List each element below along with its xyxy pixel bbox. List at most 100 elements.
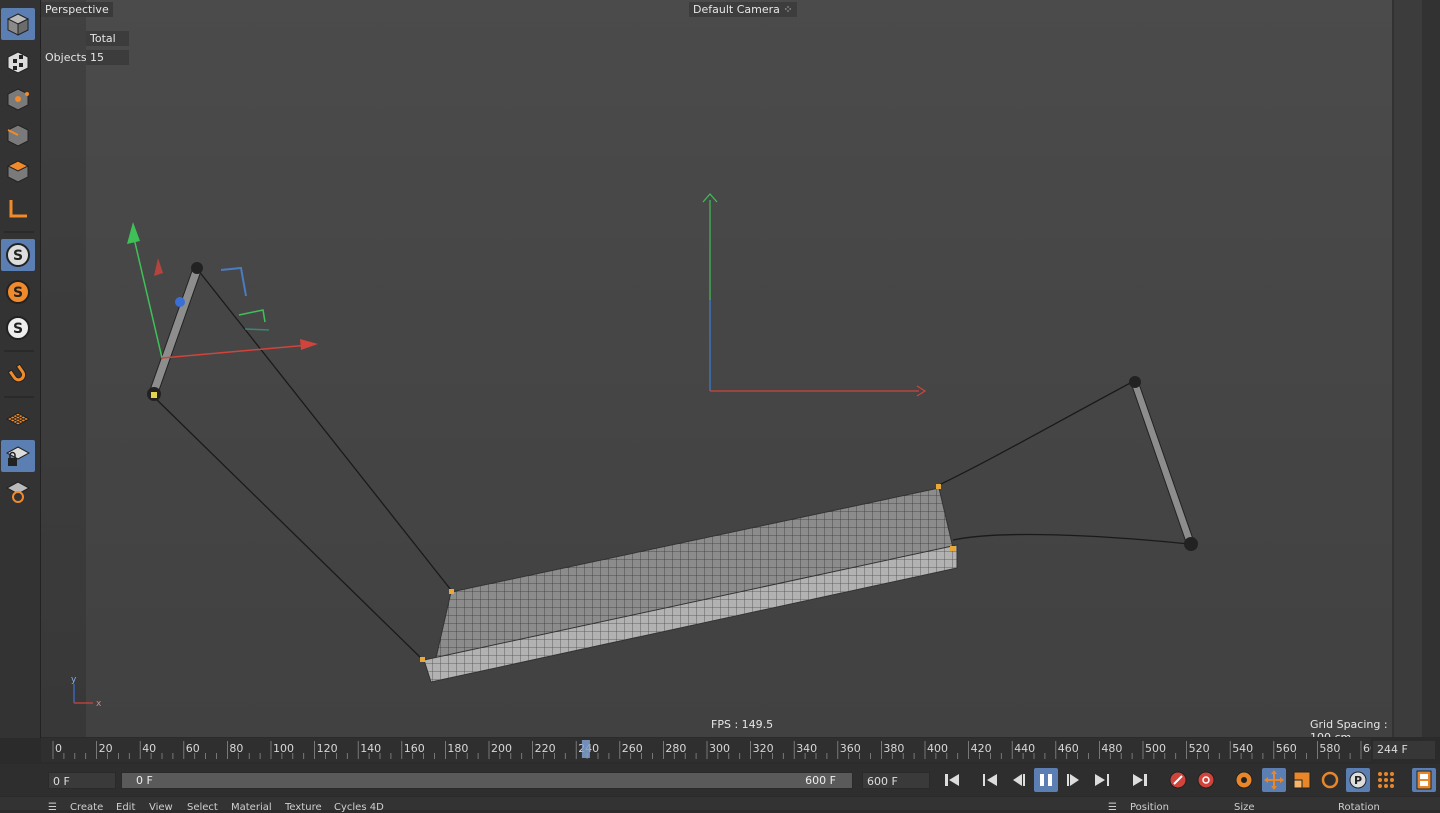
fps-readout: FPS : 149.5 [711,718,774,731]
menu-select[interactable]: Select [187,802,218,813]
move-key-icon[interactable] [1262,768,1286,792]
viewport-title[interactable]: Perspective [41,2,113,17]
magnet-icon[interactable] [1,358,35,390]
svg-text:S: S [13,285,23,301]
ruler-tick-label: 60( [1363,742,1371,755]
attr-header-size: Size [1234,802,1255,813]
end-frame-field[interactable]: 600 F [862,772,930,789]
prev-key-icon[interactable] [978,768,1002,792]
left-toolbar: S S S [0,0,41,738]
ruler-tick-label: 420 [971,742,992,755]
svg-text:P: P [1354,774,1362,787]
menu-cycles4d[interactable]: Cycles 4D [334,802,384,813]
svg-text:S: S [13,321,23,337]
ruler-tick-label: 220 [535,742,556,755]
checker-cube-icon[interactable] [1,46,35,78]
current-frame-field[interactable]: 244 F [1373,741,1435,759]
scene-canvas[interactable]: y x [41,0,1392,737]
camera-name: Default Camera [693,3,780,16]
start-frame-field[interactable]: 0 F [48,772,116,789]
ruler-tick-label: 560 [1276,742,1297,755]
ruler-tick-label: 40 [142,742,156,755]
next-frame-icon[interactable] [1062,768,1086,792]
keyframe-selection-icon[interactable] [1232,768,1256,792]
ruler-tick-label: 120 [317,742,338,755]
hamburger-icon[interactable]: ☰ [48,802,57,813]
scale-key-icon[interactable] [1290,768,1314,792]
ruler-tick-label: 60 [186,742,200,755]
ruler-tick-label: 20 [99,742,113,755]
edge-mode-icon[interactable] [1,119,35,151]
ruler-tick-label: 260 [622,742,643,755]
menu-edit[interactable]: Edit [116,802,135,813]
attr-header-position: Position [1130,802,1169,813]
animation-controls: 0 F 0 F 600 F 600 F P [0,764,1440,796]
ruler-tick-label: 380 [883,742,904,755]
camera-icon: ⁘ [783,3,793,16]
hud-objects-value: 15 [86,50,129,65]
ruler-tick-label: 300 [709,742,730,755]
pause-icon[interactable] [1034,768,1058,792]
playhead[interactable] [581,740,590,758]
ruler-svg[interactable]: 0204060801001201401601802002202402602803… [41,738,1371,762]
attr-header-rotation: Rotation [1338,802,1380,813]
ruler-tick-label: 320 [753,742,774,755]
workplane-sync-icon[interactable] [1,476,35,508]
snap-icon[interactable]: S [1,239,35,271]
snap-settings-icon[interactable]: S [1,276,35,308]
lock-workplane-icon[interactable] [1,440,35,472]
svg-text:S: S [13,248,23,264]
ruler-tick-label: 340 [796,742,817,755]
cube-view-icon[interactable] [1,8,35,40]
axis-mode-icon[interactable] [1,193,35,225]
auto-key-icon[interactable] [1194,768,1218,792]
material-menu-bar: ☰ Create Edit View Select Material Textu… [0,797,1440,813]
attr-menu-icon[interactable]: ☰ [1108,802,1117,813]
point-mode-icon[interactable] [1,83,35,115]
rotate-key-icon[interactable] [1318,768,1342,792]
record-icon[interactable] [1166,768,1190,792]
ruler-tick-label: 580 [1319,742,1340,755]
ruler-tick-label: 100 [273,742,294,755]
go-to-end-icon[interactable] [1128,768,1152,792]
3d-viewport[interactable]: y x Perspective Default Camera ⁘ Total O… [41,0,1392,737]
go-to-start-icon[interactable] [940,768,964,792]
ruler-tick-label: 500 [1145,742,1166,755]
ruler-tick-label: 400 [927,742,948,755]
menu-material[interactable]: Material [231,802,272,813]
preview-range-slider[interactable]: 0 F 600 F [121,772,853,789]
right-pole[interactable] [1129,376,1198,551]
point-level-icon[interactable] [1374,768,1398,792]
ruler-tick-label: 140 [360,742,381,755]
timeline-ruler[interactable]: 0204060801001201401601802002202402602803… [41,738,1371,762]
ruler-tick-label: 460 [1058,742,1079,755]
ruler-tick-label: 480 [1101,742,1122,755]
timeline-icon[interactable] [1412,768,1436,792]
right-panel-strip [1392,0,1440,737]
ruler-tick-label: 280 [665,742,686,755]
snap-options-icon[interactable]: S [1,312,35,344]
ruler-tick-label: 540 [1232,742,1253,755]
range-start-label: 0 F [136,774,153,787]
ruler-tick-label: 360 [840,742,861,755]
menu-texture[interactable]: Texture [285,802,322,813]
prev-frame-icon[interactable] [1006,768,1030,792]
menu-view[interactable]: View [149,802,173,813]
cloth-mesh[interactable] [423,487,958,683]
grid-spacing-readout: Grid Spacing : 100 cm [1310,718,1388,737]
workplane-icon[interactable] [1,404,35,436]
axis-widget-y: y [71,675,77,685]
ruler-tick-label: 200 [491,742,512,755]
ruler-tick-label: 160 [404,742,425,755]
parameter-key-icon[interactable]: P [1346,768,1370,792]
camera-label[interactable]: Default Camera ⁘ [689,2,797,17]
menu-create[interactable]: Create [70,802,103,813]
move-gizmo[interactable] [127,222,318,359]
ruler-tick-label: 440 [1014,742,1035,755]
world-axis [702,193,927,397]
ruler-tick-label: 0 [55,742,62,755]
axis-widget: y x [71,675,102,709]
next-key-icon[interactable] [1090,768,1114,792]
ruler-tick-label: 180 [447,742,468,755]
polygon-mode-icon[interactable] [1,155,35,187]
